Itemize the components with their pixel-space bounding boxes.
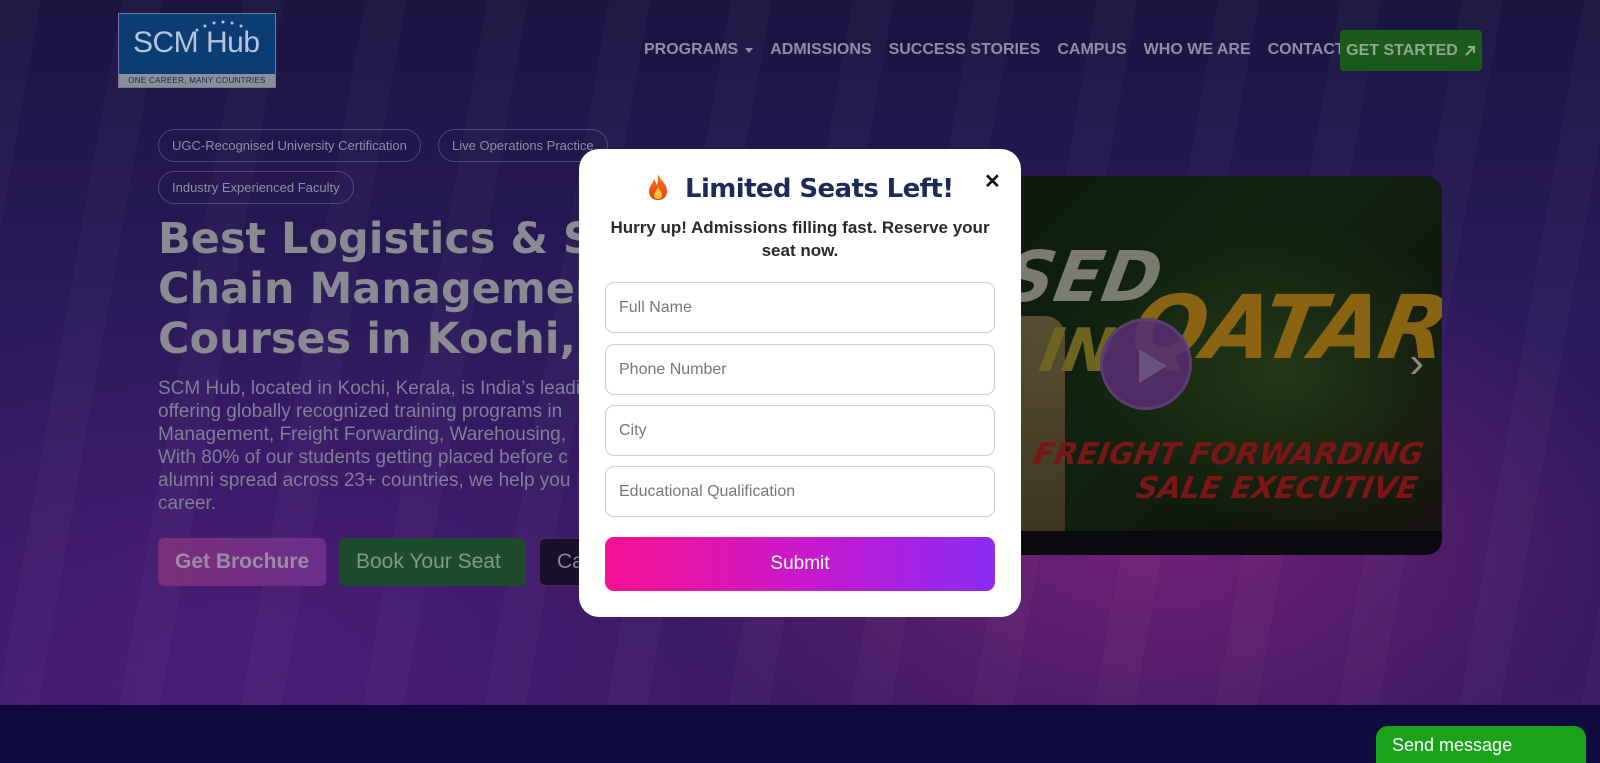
hero-description-line: offering globally recognized training pr… (158, 401, 563, 422)
video-caption-line: FREIGHT FORWARDING (1030, 437, 1427, 472)
hero-description: SCM Hub, located in Kochi, Kerala, is In… (158, 377, 588, 517)
video-text-caption: FREIGHT FORWARDING SALE EXECUTIVE (1025, 437, 1427, 506)
get-started-label: GET STARTED (1346, 41, 1458, 59)
hero-description-line: SCM Hub, located in Kochi, Kerala, is In… (158, 378, 581, 399)
nav-item-success-stories[interactable]: SUCCESS STORIES (889, 41, 1041, 59)
logo-dots-icon (195, 20, 243, 32)
send-message-widget[interactable]: Send message (1376, 726, 1586, 763)
qualification-field[interactable] (605, 466, 995, 517)
modal-subtitle: Hurry up! Admissions filling fast. Reser… (610, 218, 990, 260)
get-started-button[interactable]: GET STARTED (1340, 30, 1482, 71)
play-icon[interactable] (1100, 318, 1192, 410)
hero-title-line: Best Logistics & S (158, 214, 594, 264)
limited-seats-modal: Limited Seats Left! ✕ Hurry up! Admissio… (579, 149, 1021, 617)
chevron-down-icon (745, 47, 754, 53)
hero-description-line: career. (158, 493, 217, 514)
book-seat-button[interactable]: Book Your Seat (339, 538, 526, 586)
hero-title-line: Courses in Kochi, (158, 314, 576, 364)
submit-button[interactable]: Submit (605, 537, 995, 591)
hero-description-line: Management, Freight Forwarding, Warehous… (158, 424, 566, 445)
video-caption-line: SALE EXECUTIVE (1133, 471, 1421, 506)
nav-item-who-we-are[interactable]: WHO WE ARE (1144, 41, 1251, 59)
main-nav: PROGRAMS ADMISSIONS SUCCESS STORIES CAMP… (644, 30, 1362, 70)
modal-title: Limited Seats Left! (579, 173, 1021, 204)
modal-title-text: Limited Seats Left! (684, 174, 954, 204)
phone-number-field[interactable] (605, 344, 995, 395)
nav-item-label: PROGRAMS (644, 41, 739, 58)
close-icon[interactable]: ✕ (984, 172, 1001, 192)
tag-ugc: UGC-Recognised University Certification (158, 129, 421, 162)
hero-title-line: Chain Managemen (158, 264, 606, 314)
nav-item-contact[interactable]: CONTACT (1268, 41, 1345, 59)
get-brochure-button[interactable]: Get Brochure (158, 538, 326, 586)
nav-item-campus[interactable]: CAMPUS (1057, 41, 1126, 59)
city-field[interactable] (605, 405, 995, 456)
chevron-right-icon[interactable]: › (1409, 338, 1424, 388)
video-bottom-bar (985, 531, 1442, 555)
arrow-up-right-icon (1465, 45, 1475, 56)
video-thumbnail[interactable]: SED IN QATAR FREIGHT FORWARDING SALE EXE… (985, 176, 1442, 555)
hero-title: Best Logistics & S Chain Managemen Cours… (158, 214, 618, 364)
full-name-field[interactable] (605, 282, 995, 333)
logo-tagline: ONE CAREER, MANY COUNTRIES (119, 74, 275, 87)
hero-description-line: alumni spread across 23+ countries, we h… (158, 470, 571, 491)
nav-item-programs[interactable]: PROGRAMS (644, 41, 754, 59)
tag-faculty: Industry Experienced Faculty (158, 171, 354, 204)
hero-description-line: With 80% of our students getting placed … (158, 447, 568, 468)
play-triangle (1139, 349, 1167, 383)
next-section-band (0, 705, 1600, 763)
nav-item-admissions[interactable]: ADMISSIONS (770, 41, 871, 59)
site-logo[interactable]: SCM Hub ONE CAREER, MANY COUNTRIES (118, 13, 276, 88)
fire-icon (648, 174, 667, 200)
